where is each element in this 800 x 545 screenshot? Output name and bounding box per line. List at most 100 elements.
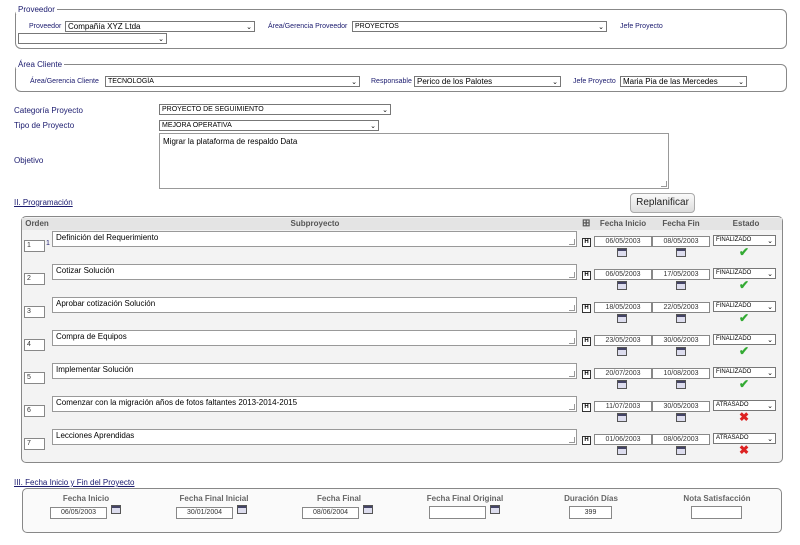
calendar-icon[interactable] — [676, 248, 686, 257]
calendar-icon[interactable] — [617, 314, 627, 323]
estado-value: FINALIZADO — [716, 369, 752, 375]
subproyecto-textarea[interactable]: Compra de Equipos — [52, 330, 577, 346]
subproyecto-textarea[interactable]: Implementar Solución — [52, 363, 577, 379]
calendar-icon[interactable] — [363, 505, 373, 514]
fecha-fin-input[interactable]: 08/06/2003 — [652, 434, 710, 445]
check-icon: ✔ — [739, 245, 750, 259]
fecha-inicio-input[interactable]: 06/05/2003 — [594, 269, 652, 280]
responsable-select[interactable]: Perico de los Palotes ⌄ — [414, 76, 561, 87]
jefe-proyecto-proveedor-select[interactable]: ⌄ — [18, 33, 167, 44]
area-cliente-label: Área/Gerencia Cliente — [30, 78, 99, 85]
calendar-icon[interactable] — [617, 380, 627, 389]
calendar-icon[interactable] — [490, 505, 500, 514]
nota-satisfaccion-input[interactable] — [691, 506, 742, 519]
subproyecto-textarea[interactable]: Cotizar Solución — [52, 264, 577, 280]
orden-input[interactable]: 6 — [24, 405, 45, 417]
header-orden: Orden — [25, 219, 49, 228]
orden-input[interactable]: 1 — [24, 240, 45, 252]
resize-grip-icon[interactable] — [569, 437, 575, 443]
orden-extra: 1 — [46, 240, 50, 247]
calendar-icon[interactable] — [617, 281, 627, 290]
area-cliente-legend: Área Cliente — [18, 60, 63, 69]
fecha-fin-input[interactable]: 30/06/2003 — [652, 335, 710, 346]
fecha-final-input[interactable]: 08/06/2004 — [302, 507, 359, 519]
resize-grip-icon[interactable] — [569, 272, 575, 278]
orden-input[interactable]: 2 — [24, 273, 45, 285]
orden-input[interactable]: 5 — [24, 372, 45, 384]
hito-button[interactable]: H — [582, 238, 591, 247]
categoria-select[interactable]: PROYECTO DE SEGUIMIENTO ⌄ — [159, 104, 391, 115]
chevron-down-icon: ⌄ — [598, 24, 604, 31]
resize-grip-icon[interactable] — [569, 404, 575, 410]
fecha-final-inicial-label: Fecha Final Inicial — [179, 494, 249, 503]
orden-input[interactable]: 7 — [24, 438, 45, 450]
check-icon: ✔ — [739, 344, 750, 358]
fecha-final-inicial-input[interactable]: 30/01/2004 — [176, 507, 233, 519]
add-row-icon[interactable]: ⊞ — [582, 219, 592, 229]
chevron-down-icon: ⌄ — [767, 271, 773, 278]
resize-grip-icon[interactable] — [569, 338, 575, 344]
fecha-inicio-input[interactable]: 06/05/2003 — [50, 507, 107, 519]
hito-button[interactable]: H — [582, 370, 591, 379]
subproyecto-text: Comenzar con la migración años de fotos … — [56, 398, 298, 407]
area-proveedor-select[interactable]: PROYECTOS ⌄ — [352, 21, 607, 32]
fecha-inicio-input[interactable]: 06/05/2003 — [594, 236, 652, 247]
resize-grip-icon[interactable] — [661, 181, 667, 187]
subproyecto-textarea[interactable]: Lecciones Aprendidas — [52, 429, 577, 445]
subproyecto-text: Compra de Equipos — [56, 332, 127, 341]
calendar-icon[interactable] — [676, 314, 686, 323]
hito-button[interactable]: H — [582, 337, 591, 346]
fecha-fin-input[interactable]: 30/05/2003 — [652, 401, 710, 412]
fecha-fin-input[interactable]: 22/05/2003 — [652, 302, 710, 313]
fecha-inicio-input[interactable]: 18/05/2003 — [594, 302, 652, 313]
calendar-icon[interactable] — [617, 446, 627, 455]
jefe-proyecto-cliente-select[interactable]: Maria Pia de las Mercedes ⌄ — [620, 76, 747, 87]
duracion-dias-input: 399 — [569, 506, 612, 519]
calendar-icon[interactable] — [676, 380, 686, 389]
subproyecto-textarea[interactable]: Comenzar con la migración años de fotos … — [52, 396, 577, 412]
calendar-icon[interactable] — [676, 347, 686, 356]
subproyecto-textarea[interactable]: Definición del Requerimiento — [52, 231, 577, 247]
orden-input[interactable]: 3 — [24, 306, 45, 318]
fecha-inicio-input[interactable]: 11/07/2003 — [594, 401, 652, 412]
calendar-icon[interactable] — [237, 505, 247, 514]
fecha-fin-input[interactable]: 17/05/2003 — [652, 269, 710, 280]
hito-button[interactable]: H — [582, 436, 591, 445]
replanificar-button[interactable]: Replanificar — [630, 193, 695, 213]
fecha-final-original-input[interactable] — [429, 506, 486, 519]
chevron-down-icon: ⌄ — [158, 36, 164, 43]
fecha-inicio-label: Fecha Inicio — [62, 494, 110, 503]
resize-grip-icon[interactable] — [569, 305, 575, 311]
fecha-inicio-input[interactable]: 20/07/2003 — [594, 368, 652, 379]
fecha-inicio-input[interactable]: 23/05/2003 — [594, 335, 652, 346]
fecha-final-label: Fecha Final — [316, 494, 361, 503]
resize-grip-icon[interactable] — [569, 371, 575, 377]
area-cliente-select[interactable]: TECNOLOGÍA ⌄ — [105, 76, 360, 87]
header-fecha-fin: Fecha Fin — [662, 219, 700, 228]
proveedor-select[interactable]: Compañía XYZ Ltda ⌄ — [65, 21, 255, 32]
calendar-icon[interactable] — [676, 281, 686, 290]
jefe-proyecto-proveedor-label: Jefe Proyecto — [620, 23, 663, 30]
hito-button[interactable]: H — [582, 403, 591, 412]
resize-grip-icon[interactable] — [569, 239, 575, 245]
objetivo-textarea[interactable]: Migrar la plataforma de respaldo Data — [159, 133, 669, 189]
hito-button[interactable]: H — [582, 304, 591, 313]
estado-value: FINALIZADO — [716, 270, 752, 276]
subproyecto-textarea[interactable]: Aprobar cotización Solución — [52, 297, 577, 313]
objetivo-label: Objetivo — [14, 156, 44, 165]
calendar-icon[interactable] — [617, 413, 627, 422]
calendar-icon[interactable] — [676, 446, 686, 455]
fecha-inicio-input[interactable]: 01/06/2003 — [594, 434, 652, 445]
calendar-icon[interactable] — [617, 347, 627, 356]
calendar-icon[interactable] — [617, 248, 627, 257]
fecha-fin-input[interactable]: 08/05/2003 — [652, 236, 710, 247]
orden-input[interactable]: 4 — [24, 339, 45, 351]
cross-icon: ✖ — [739, 443, 750, 457]
calendar-icon[interactable] — [676, 413, 686, 422]
hito-button[interactable]: H — [582, 271, 591, 280]
calendar-icon[interactable] — [111, 505, 121, 514]
categoria-label: Categoría Proyecto — [14, 106, 83, 115]
fecha-fin-input[interactable]: 10/08/2003 — [652, 368, 710, 379]
tipo-proyecto-select[interactable]: MEJORA OPERATIVA ⌄ — [159, 120, 379, 131]
estado-value: ATRASADO — [716, 435, 749, 441]
